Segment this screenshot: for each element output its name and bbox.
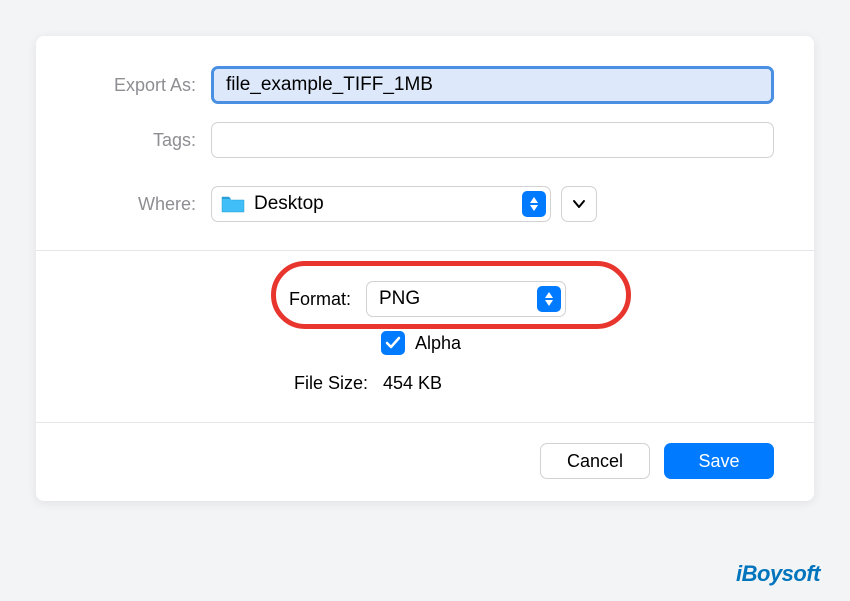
export-as-label: Export As: bbox=[76, 75, 211, 96]
format-section: Format: PNG Alpha File Size bbox=[36, 251, 814, 422]
where-value: Desktop bbox=[254, 193, 522, 215]
save-button[interactable]: Save bbox=[664, 443, 774, 479]
folder-icon bbox=[220, 194, 246, 214]
tags-row: Tags: bbox=[76, 122, 774, 158]
alpha-row: Alpha bbox=[381, 331, 774, 355]
filesize-label: File Size: bbox=[76, 373, 383, 394]
tags-label: Tags: bbox=[76, 130, 211, 151]
dropdown-arrow-icon bbox=[522, 191, 546, 217]
cancel-button[interactable]: Cancel bbox=[540, 443, 650, 479]
alpha-checkbox[interactable] bbox=[381, 331, 405, 355]
export-as-row: Export As: bbox=[76, 66, 774, 104]
format-row: Format: PNG bbox=[76, 281, 774, 317]
format-label: Format: bbox=[76, 289, 366, 310]
filesize-row: File Size: 454 KB bbox=[76, 373, 774, 394]
where-label: Where: bbox=[76, 194, 211, 215]
form-section: Export As: Tags: Where: bbox=[36, 36, 814, 250]
export-as-input[interactable] bbox=[211, 66, 774, 104]
dropdown-arrow-icon bbox=[537, 286, 561, 312]
where-row: Where: Desktop bbox=[76, 186, 774, 222]
export-dialog: Export As: Tags: Where: bbox=[36, 36, 814, 501]
filesize-value: 454 KB bbox=[383, 373, 442, 394]
watermark-logo: iBoysoft bbox=[736, 561, 820, 587]
tags-input[interactable] bbox=[211, 122, 774, 158]
format-value: PNG bbox=[379, 288, 537, 310]
alpha-label: Alpha bbox=[415, 333, 461, 354]
chevron-down-icon bbox=[572, 199, 586, 209]
checkmark-icon bbox=[385, 336, 401, 350]
expand-button[interactable] bbox=[561, 186, 597, 222]
format-dropdown[interactable]: PNG bbox=[366, 281, 566, 317]
button-section: Cancel Save bbox=[36, 423, 814, 501]
where-dropdown[interactable]: Desktop bbox=[211, 186, 551, 222]
